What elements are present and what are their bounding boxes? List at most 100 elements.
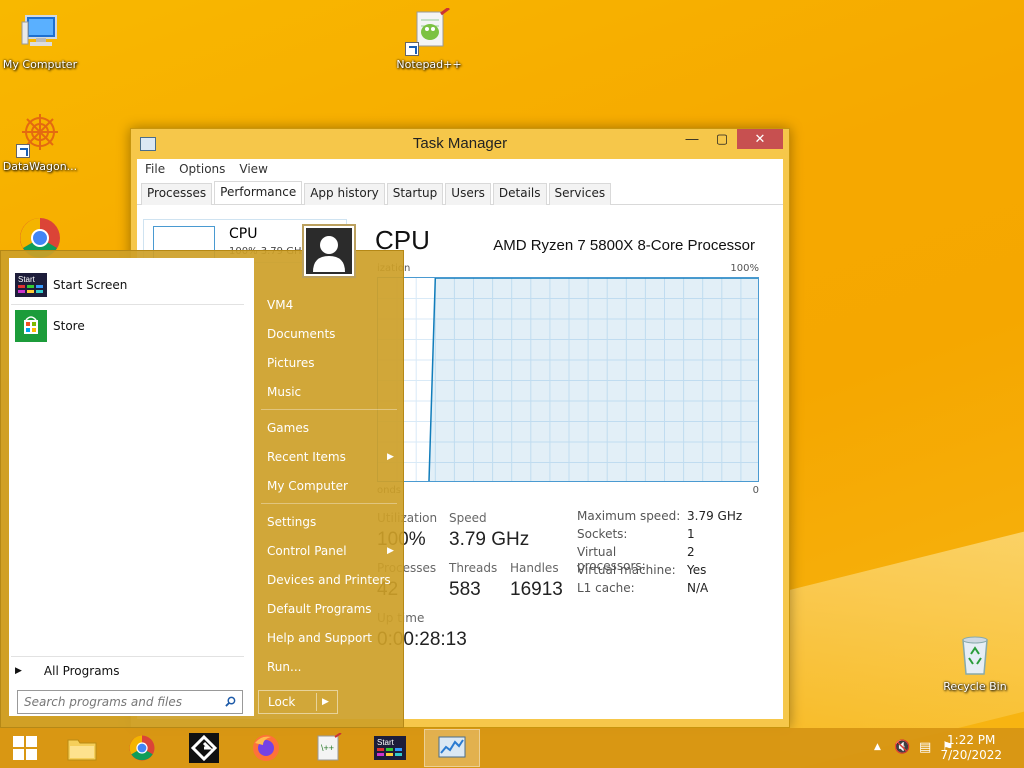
tab-details[interactable]: Details bbox=[492, 183, 547, 205]
task-manager-icon bbox=[438, 736, 466, 758]
cpu-details-list: Maximum speed: 3.79 GHz Sockets: 1 Virtual… bbox=[577, 509, 742, 599]
divider bbox=[316, 693, 317, 711]
graph-time-zero: 0 bbox=[752, 485, 759, 496]
taskbar: \++ Start ▲ 🔇 ▤ ⚑ 1:22 PM 7/20/2022 bbox=[0, 728, 1024, 768]
search-icon[interactable] bbox=[225, 696, 236, 707]
tab-startup[interactable]: Startup bbox=[386, 183, 444, 205]
taskbar-gamemaker[interactable] bbox=[176, 729, 232, 767]
utilization-max-label: 100% bbox=[730, 263, 759, 274]
power-options-arrow-icon[interactable]: ▶ bbox=[322, 691, 329, 713]
lock-button[interactable]: Lock ▶ bbox=[258, 690, 338, 714]
taskbar-file-explorer[interactable] bbox=[54, 729, 110, 767]
user-avatar[interactable] bbox=[302, 224, 356, 278]
separator bbox=[261, 503, 397, 504]
start-link-recent-items[interactable]: Recent Items bbox=[267, 450, 346, 464]
app-logo-icon bbox=[189, 733, 219, 763]
desktop-icon-label: Recycle Bin bbox=[943, 680, 1007, 693]
tab-performance[interactable]: Performance bbox=[214, 181, 303, 204]
start-link-control-panel[interactable]: Control Panel bbox=[267, 544, 347, 558]
start-item-store[interactable]: Store bbox=[15, 310, 85, 342]
minimize-button[interactable]: — bbox=[677, 129, 707, 149]
clock[interactable]: 1:22 PM 7/20/2022 bbox=[940, 733, 1002, 763]
start-link-help-support[interactable]: Help and Support bbox=[267, 631, 372, 645]
start-menu: Start Start Screen Store ▶ All Programs … bbox=[0, 224, 404, 728]
detail-key: Sockets: bbox=[577, 527, 628, 541]
all-programs-button[interactable]: ▶ All Programs bbox=[15, 664, 120, 678]
start-link-documents[interactable]: Documents bbox=[267, 327, 335, 341]
title-bar[interactable]: Task Manager — ▢ ✕ bbox=[131, 129, 789, 159]
submenu-arrow-icon: ▶ bbox=[387, 546, 394, 556]
svg-text:\++: \++ bbox=[321, 743, 334, 753]
all-programs-label: All Programs bbox=[43, 664, 120, 678]
show-hidden-icons-icon[interactable]: ▲ bbox=[874, 742, 881, 752]
sidebar-cpu-label: CPU bbox=[229, 226, 258, 242]
start-link-my-computer[interactable]: My Computer bbox=[267, 479, 348, 493]
cpu-model-name: AMD Ryzen 7 5800X 8-Core Processor bbox=[493, 237, 755, 254]
tab-processes[interactable]: Processes bbox=[141, 183, 213, 205]
detail-row: Maximum speed: 3.79 GHz bbox=[577, 509, 742, 527]
separator bbox=[261, 409, 397, 410]
notepadpp-icon: \++ bbox=[317, 733, 342, 761]
start-screen-label: Start Screen bbox=[53, 278, 128, 292]
menu-bar: File Options View bbox=[137, 159, 783, 179]
speed-label: Speed bbox=[449, 511, 487, 525]
volume-muted-icon[interactable]: 🔇 bbox=[894, 740, 910, 755]
maximize-button[interactable]: ▢ bbox=[707, 129, 737, 149]
shortcut-arrow-icon bbox=[16, 144, 30, 158]
detail-key: Virtual machine: bbox=[577, 563, 676, 577]
svg-text:Start: Start bbox=[18, 275, 36, 284]
separator bbox=[11, 304, 244, 305]
start-link-run[interactable]: Run... bbox=[267, 660, 301, 674]
tab-users[interactable]: Users bbox=[445, 183, 491, 205]
firefox-icon bbox=[253, 735, 279, 761]
close-button[interactable]: ✕ bbox=[737, 129, 783, 149]
menu-file[interactable]: File bbox=[145, 159, 165, 179]
taskbar-notepadpp[interactable]: \++ bbox=[300, 729, 356, 767]
start-link-devices-printers[interactable]: Devices and Printers bbox=[267, 573, 391, 587]
taskbar-chrome[interactable] bbox=[114, 729, 170, 767]
desktop-icon-my-computer[interactable]: My Computer bbox=[0, 8, 82, 71]
start-menu-programs-pane: Start Start Screen Store ▶ All Programs … bbox=[9, 258, 254, 716]
network-icon[interactable]: ▤ bbox=[919, 740, 931, 755]
windows-logo-icon bbox=[13, 736, 37, 760]
notepadpp-icon bbox=[405, 6, 453, 56]
desktop-icon-recycle-bin[interactable]: Recycle Bin bbox=[933, 630, 1017, 693]
speed-value: 3.79 GHz bbox=[449, 529, 530, 550]
start-screen-icon: Start bbox=[15, 273, 47, 297]
search-placeholder: Search programs and files bbox=[24, 695, 182, 709]
start-link-settings[interactable]: Settings bbox=[267, 515, 316, 529]
start-link-games[interactable]: Games bbox=[267, 421, 309, 435]
separator bbox=[11, 656, 244, 657]
window-title: Task Manager bbox=[412, 135, 508, 152]
desktop-icon-notepadpp[interactable]: Notepad++ bbox=[387, 6, 471, 71]
taskbar-start-screen[interactable]: Start bbox=[362, 729, 418, 767]
taskbar-firefox[interactable] bbox=[238, 729, 294, 767]
detail-value: 2 bbox=[687, 545, 695, 559]
search-input[interactable]: Search programs and files bbox=[17, 690, 243, 714]
cpu-graph-svg bbox=[378, 278, 758, 481]
tab-services[interactable]: Services bbox=[548, 183, 612, 205]
menu-options[interactable]: Options bbox=[179, 159, 225, 179]
detail-row: L1 cache: N/A bbox=[577, 581, 742, 599]
taskbar-task-manager[interactable] bbox=[424, 729, 480, 767]
start-link-pictures[interactable]: Pictures bbox=[267, 356, 315, 370]
folder-icon bbox=[67, 739, 97, 761]
cpu-usage-area bbox=[428, 278, 758, 481]
desktop-icon-datawagon[interactable]: DataWagon... bbox=[0, 110, 82, 173]
detail-value: N/A bbox=[687, 581, 709, 595]
recycle-bin-icon bbox=[951, 630, 999, 678]
detail-value: Yes bbox=[687, 563, 707, 577]
detail-row: Virtual processors: 2 bbox=[577, 545, 742, 573]
detail-row: Virtual machine: Yes bbox=[577, 563, 742, 581]
handles-label: Handles bbox=[510, 561, 559, 575]
tab-app-history[interactable]: App history bbox=[304, 183, 385, 205]
start-link-music[interactable]: Music bbox=[267, 385, 301, 399]
desktop-icon-label: Notepad++ bbox=[396, 58, 462, 71]
menu-view[interactable]: View bbox=[239, 159, 267, 179]
system-tray: ▲ 🔇 ▤ ⚑ 1:22 PM 7/20/2022 bbox=[844, 728, 1024, 768]
start-item-start-screen[interactable]: Start Start Screen bbox=[15, 273, 127, 297]
store-icon bbox=[15, 310, 47, 342]
start-link-vm4[interactable]: VM4 bbox=[267, 298, 293, 312]
start-link-default-programs[interactable]: Default Programs bbox=[267, 602, 372, 616]
start-button[interactable] bbox=[0, 729, 50, 767]
